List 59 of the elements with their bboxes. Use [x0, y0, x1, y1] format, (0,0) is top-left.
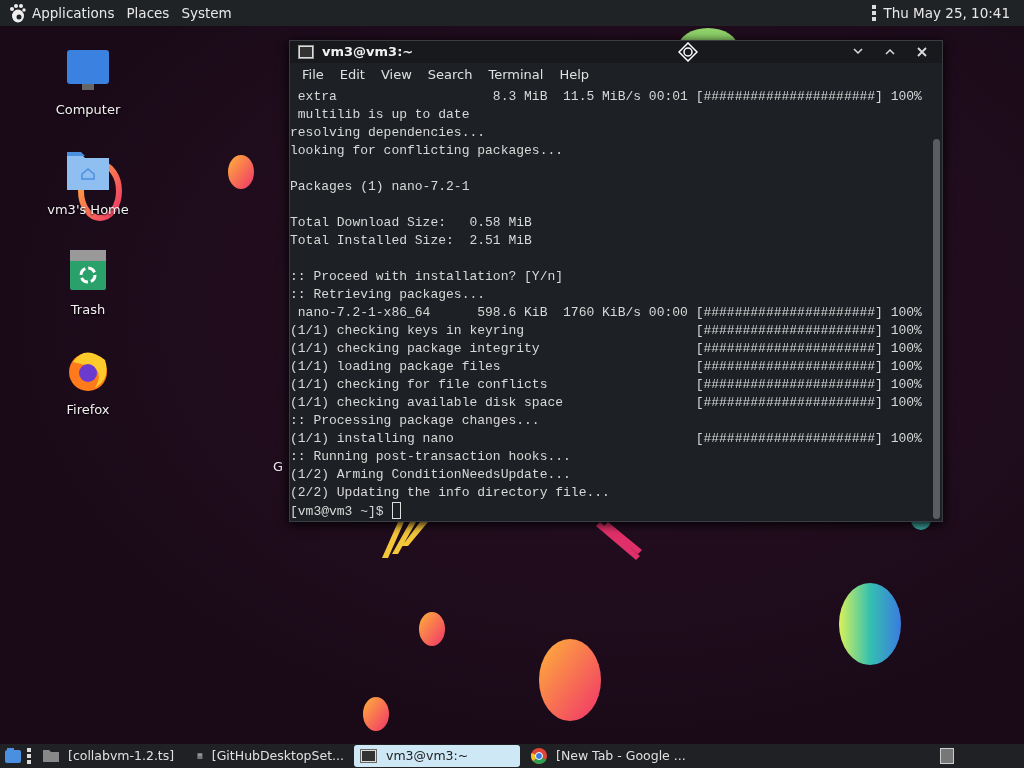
panel-menu[interactable]: Applications [26, 2, 121, 24]
terminal-line: (1/1) loading package files [######################] 100% [290, 358, 923, 376]
workspace-switcher[interactable] [940, 748, 954, 764]
menu-item[interactable]: Help [551, 65, 598, 85]
foot-logo-icon[interactable] [8, 3, 26, 23]
menu-dots-icon[interactable] [871, 4, 878, 22]
stripes-drawing [382, 522, 428, 558]
text-cursor [391, 502, 401, 519]
terminal-icon [298, 45, 314, 59]
terminal-line: :: Running post-transaction hooks... [290, 448, 572, 466]
icon-label[interactable]: G [273, 457, 284, 477]
window-title: vm3@vm3:~ [322, 43, 414, 62]
close-icon[interactable] [916, 46, 928, 58]
terminal-line: (1/1) checking package integrity [######################] 100% [290, 340, 923, 358]
terminal-line: Total Installed Size: 2.51 MiB [290, 232, 533, 250]
panel-menu[interactable]: System [175, 2, 238, 24]
icon-label[interactable]: Computer [46, 100, 130, 120]
terminal-line: (1/1) checking available disk space [######################] 100% [290, 394, 923, 412]
terminal-line: extra 8.3 MiB 11.5 MiB/s 00:01 [######################] 100% [296, 88, 923, 106]
show-desktop-icon[interactable] [4, 747, 22, 765]
taskbar-item[interactable]: [GitHubDesktopSet... [190, 745, 350, 767]
terminal-line: (1/2) Arming ConditionNeedsUpdate... [290, 466, 572, 484]
terminal-line: resolving dependencies... [290, 124, 487, 142]
panel-menu[interactable]: Places [120, 2, 176, 24]
taskbar-item[interactable]: [New Tab - Google ... [524, 745, 714, 767]
browser-icon [530, 747, 548, 765]
menu-item[interactable]: View [372, 65, 420, 85]
menu-item[interactable]: Edit [331, 65, 373, 85]
taskbar-item[interactable]: vm3@vm3:~ [354, 745, 520, 767]
terminal-line: multilib is up to date [296, 106, 471, 124]
terminal-line: (2/2) Updating the info directory file... [290, 484, 611, 502]
grip-icon[interactable] [26, 747, 32, 765]
bubble-drawing [419, 612, 445, 646]
terminal-line: :: Processing package changes... [290, 412, 541, 430]
menu-item[interactable]: Terminal [480, 65, 552, 85]
terminal-line: (1/1) checking for file conflicts [######################] 100% [290, 376, 923, 394]
prompt-text: [vm3@vm3 ~]$ [290, 504, 384, 519]
terminal-icon [360, 747, 378, 765]
monitor-icon[interactable] [65, 48, 111, 92]
menu-item[interactable]: Search [419, 65, 481, 85]
terminal-line: nano-7.2-1-x86_64 598.6 KiB 1760 KiB/s 00:00 [######################] 100% [296, 304, 923, 322]
terminal-line: Total Download Size: 0.58 MiB [290, 214, 533, 232]
terminal-line: :: Proceed with installation? [Y/n] [290, 268, 565, 286]
move-handle-icon[interactable] [678, 42, 698, 62]
folder-icon [42, 747, 60, 765]
terminal-line: (1/1) installing nano [######################] 100% [290, 430, 923, 448]
terminal-line: looking for conflicting packages... [290, 142, 565, 160]
bubble-drawing [228, 155, 254, 189]
terminal-line: (1/1) checking keys in keyring [######################] 100% [290, 322, 923, 340]
terminal-line: Packages (1) nano-7.2-1 [290, 178, 471, 196]
terminal-line: :: Retrieving packages... [290, 286, 487, 304]
bubble-drawing [363, 697, 389, 731]
icon-label[interactable]: Firefox [46, 400, 130, 420]
taskbar-item[interactable]: [collabvm-1.2.ts] [36, 745, 186, 767]
clock[interactable]: Thu May 25, 10:41 [877, 2, 1016, 24]
stripes-drawing [596, 522, 642, 560]
icon-label[interactable]: Trash [46, 300, 130, 320]
scrollbar[interactable] [933, 139, 940, 519]
menu-item[interactable]: File [294, 65, 332, 85]
